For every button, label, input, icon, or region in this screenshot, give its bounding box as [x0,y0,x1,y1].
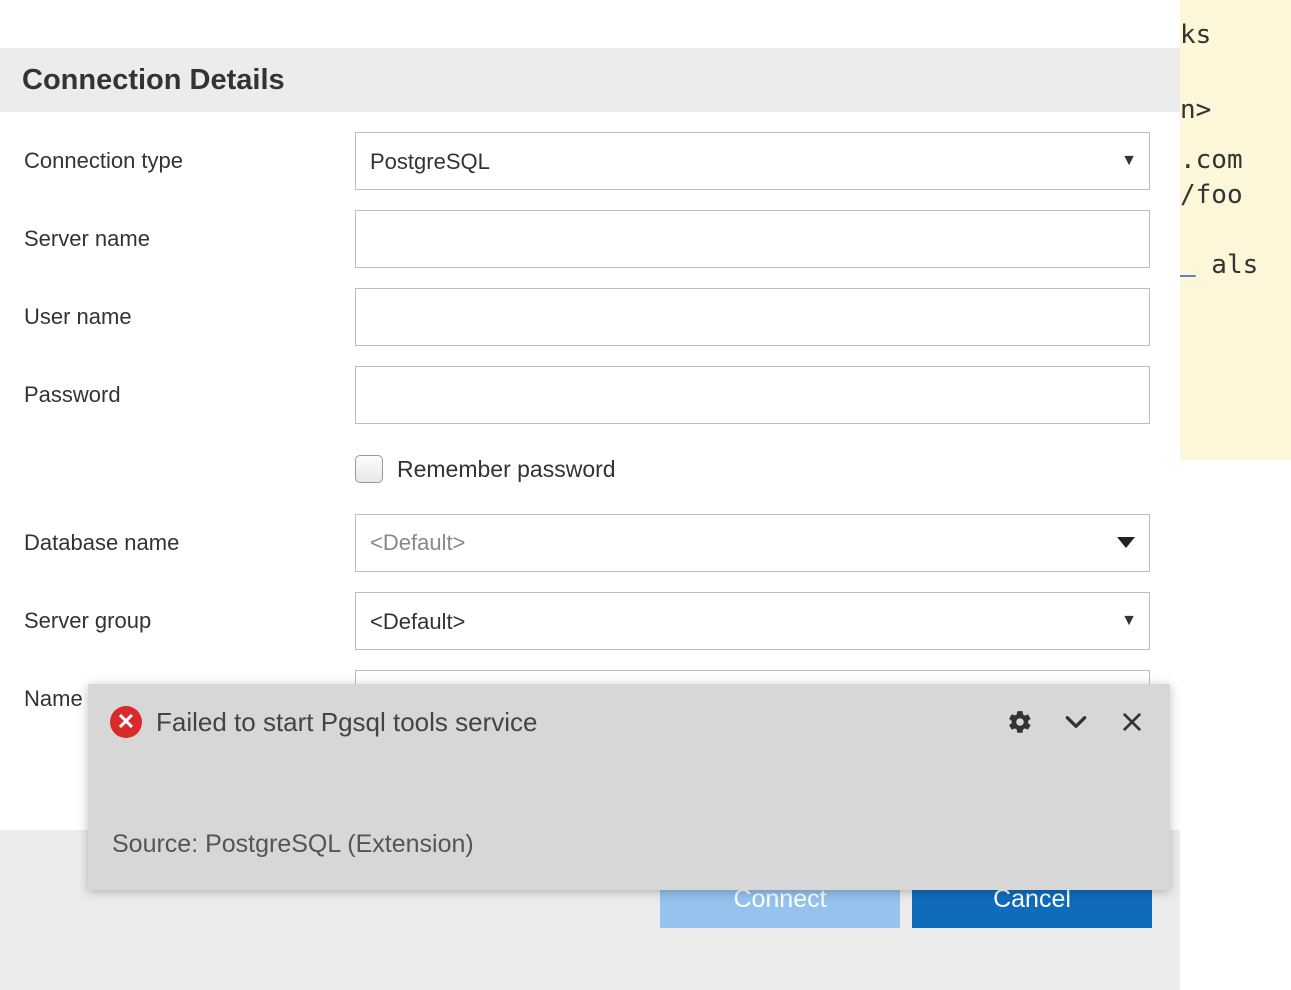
database-name-combo[interactable] [355,514,1150,572]
chevron-down-icon[interactable] [1060,706,1092,738]
connection-type-select[interactable]: PostgreSQL [355,132,1150,190]
bg-text: ks [1180,20,1211,50]
label-database-name: Database name [0,530,355,556]
bg-text: n> [1180,95,1211,125]
user-name-input[interactable] [355,288,1150,346]
row-remember-password: Remember password [0,444,1180,494]
label-remember-password: Remember password [397,456,616,483]
row-database-name: Database name [0,514,1180,572]
row-connection-type: Connection type PostgreSQL ▼ [0,132,1180,190]
label-connection-type: Connection type [0,148,355,174]
remember-password-checkbox[interactable] [355,455,383,483]
gear-icon[interactable] [1004,706,1036,738]
notification-source: Source: PostgreSQL (Extension) [112,830,474,859]
form-area: Connection type PostgreSQL ▼ Server name… [0,112,1180,728]
notification-message: Failed to start Pgsql tools service [156,707,1004,738]
row-password: Password [0,366,1180,424]
label-server-group: Server group [0,608,355,634]
section-header: Connection Details [0,48,1180,112]
section-title: Connection Details [22,64,285,97]
bg-text: .com [1180,145,1243,175]
server-name-input[interactable] [355,210,1150,268]
server-group-select[interactable]: <Default> [355,592,1150,650]
error-icon: ✕ [110,706,142,738]
bg-text: /foo [1180,180,1243,210]
label-server-name: Server name [0,226,355,252]
notification-toast: ✕ Failed to start Pgsql tools service So… [88,684,1170,890]
row-server-group: Server group <Default> ▼ [0,592,1180,650]
label-password: Password [0,382,355,408]
background-editor-strip: ks n> .com /foo als [1180,0,1291,460]
row-server-name: Server name [0,210,1180,268]
row-user-name: User name [0,288,1180,346]
close-icon[interactable] [1116,706,1148,738]
bg-text: als [1180,250,1258,280]
password-input[interactable] [355,366,1150,424]
label-user-name: User name [0,304,355,330]
